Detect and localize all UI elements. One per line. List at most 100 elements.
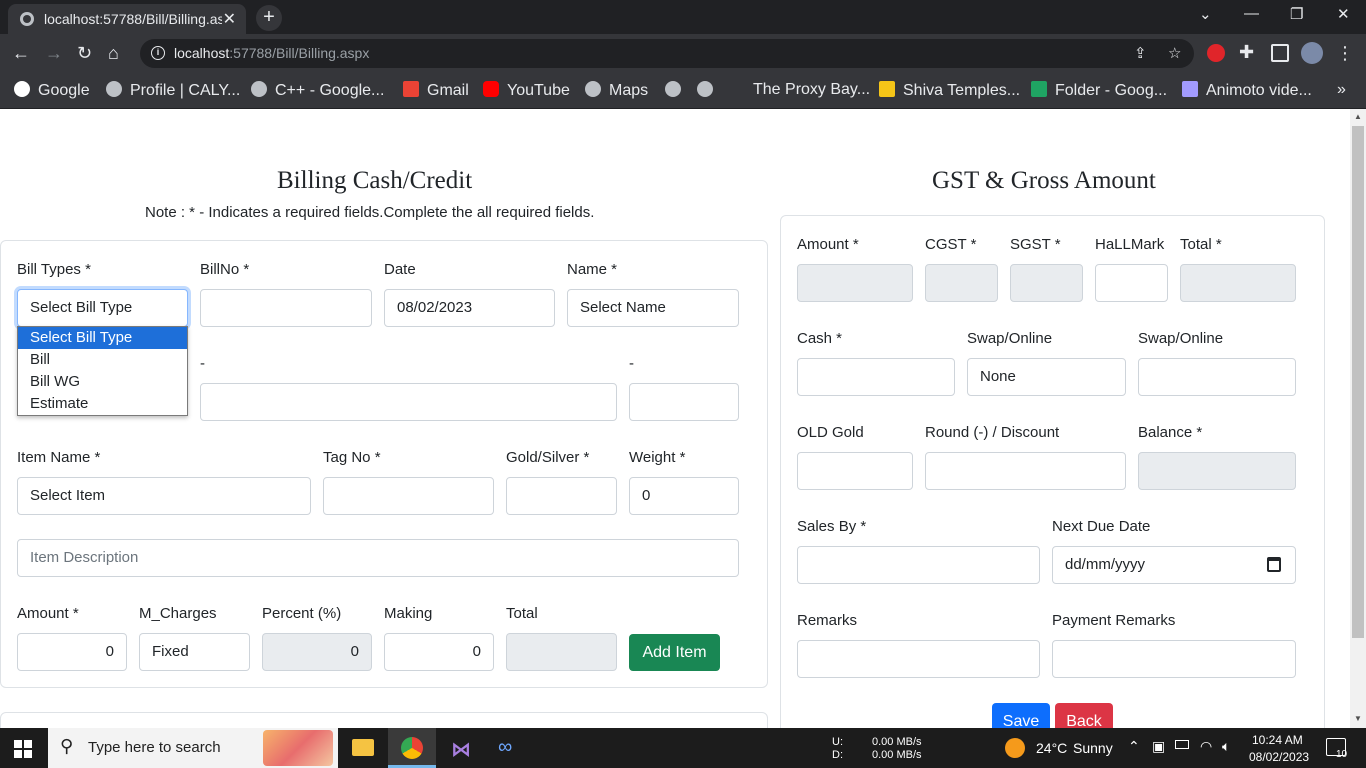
restore-icon[interactable]: ❐ xyxy=(1290,5,1303,23)
item-name-select[interactable]: Select Item xyxy=(17,477,311,515)
back-arrow-icon[interactable]: ← xyxy=(12,43,30,64)
cash-input[interactable] xyxy=(797,358,955,396)
remarks-input[interactable] xyxy=(797,640,1040,678)
option-select-bill-type[interactable]: Select Bill Type xyxy=(18,327,187,349)
new-tab-button[interactable]: + xyxy=(256,5,282,31)
bookmark-profile[interactable]: Profile | CALY... xyxy=(106,81,240,100)
sun-weather-icon[interactable] xyxy=(1005,738,1025,758)
option-bill-wg[interactable]: Bill WG xyxy=(18,371,187,393)
minimize-icon[interactable]: — xyxy=(1244,5,1259,22)
reload-icon[interactable]: ↻ xyxy=(77,43,92,64)
back-button[interactable]: Back xyxy=(1055,703,1113,728)
forward-arrow-icon[interactable]: → xyxy=(45,43,63,64)
chrome-icon xyxy=(401,737,423,759)
sgst-label: SGST * xyxy=(1010,236,1061,253)
tab-search-icon[interactable]: ⌄ xyxy=(1199,5,1212,23)
site-info-icon[interactable]: i xyxy=(151,46,165,60)
notification-count: 10 xyxy=(1336,749,1348,760)
amount-input[interactable]: 0 xyxy=(17,633,127,671)
page-scrollbar[interactable]: ▲ ▼ xyxy=(1350,109,1366,728)
date-input[interactable]: 08/02/2023 xyxy=(384,289,555,327)
percent-input: 0 xyxy=(262,633,372,671)
hallmark-input[interactable] xyxy=(1095,264,1168,302)
bill-types-select[interactable]: Select Bill Type xyxy=(17,289,188,327)
save-button[interactable]: Save xyxy=(992,703,1050,728)
bookmark-proxy-bay[interactable]: The Proxy Bay... xyxy=(753,81,870,99)
extensions-puzzle-icon[interactable]: ✚ xyxy=(1239,42,1254,63)
bill-types-label: Bill Types * xyxy=(17,261,91,278)
meet-now-icon[interactable]: ▣ xyxy=(1152,738,1165,755)
bookmark-maps[interactable]: Maps xyxy=(585,81,648,100)
bill-no-input[interactable] xyxy=(200,289,372,327)
gold-silver-input[interactable] xyxy=(506,477,617,515)
close-window-icon[interactable]: ✕ xyxy=(1337,5,1350,23)
bookmark-gmail[interactable]: Gmail xyxy=(403,81,469,100)
option-estimate[interactable]: Estimate xyxy=(18,393,187,415)
bookmark-star-icon[interactable]: ☆ xyxy=(1168,44,1181,62)
making-input[interactable]: 0 xyxy=(384,633,494,671)
weight-input[interactable]: 0 xyxy=(629,477,739,515)
remarks-label: Remarks xyxy=(797,612,858,629)
battery-icon[interactable] xyxy=(1175,740,1189,749)
bookmark-unnamed-2[interactable] xyxy=(697,81,721,100)
speaker-icon[interactable]: 🔈︎ xyxy=(1222,738,1230,755)
item-description-input[interactable]: Item Description xyxy=(17,539,739,577)
gst-amount-label: Amount * xyxy=(797,236,859,253)
weather-desc[interactable]: Sunny xyxy=(1073,740,1113,756)
taskbar-file-explorer[interactable] xyxy=(339,728,387,768)
required-note: Note : * - Indicates a required fields.C… xyxy=(145,204,595,221)
more-bookmarks-icon[interactable]: » xyxy=(1337,81,1346,99)
m-charges-select[interactable]: Fixed xyxy=(139,633,250,671)
taskbar-search-box[interactable]: ⚲ Type here to search xyxy=(48,728,338,768)
bookmark-google[interactable]: Google xyxy=(14,81,90,100)
scrollbar-thumb[interactable] xyxy=(1352,126,1364,638)
browser-tab[interactable]: localhost:57788/Bill/Billing.aspx ✕ xyxy=(8,4,246,34)
bookmark-cpp[interactable]: C++ - Google... xyxy=(251,81,384,100)
row2-input-a[interactable] xyxy=(200,383,617,421)
close-tab-icon[interactable]: ✕ xyxy=(223,9,236,29)
tag-no-input[interactable] xyxy=(323,477,494,515)
cash-label: Cash * xyxy=(797,330,843,347)
side-panel-icon[interactable] xyxy=(1271,44,1289,62)
round-discount-label: Round (-) / Discount xyxy=(925,424,1060,441)
globe-icon xyxy=(665,81,681,97)
payment-remarks-label: Payment Remarks xyxy=(1052,612,1176,629)
wifi-icon[interactable]: ◠ xyxy=(1200,738,1212,755)
net-up-value: 0.00 MB/s xyxy=(872,736,922,748)
bookmark-shiva-temples[interactable]: Shiva Temples... xyxy=(879,81,1020,100)
option-bill[interactable]: Bill xyxy=(18,349,187,371)
taskbar-visual-studio[interactable]: ⋈ xyxy=(437,728,485,768)
swap-online-select[interactable]: None xyxy=(967,358,1126,396)
scroll-down-icon[interactable]: ▼ xyxy=(1354,714,1362,723)
sales-by-label: Sales By * xyxy=(797,518,867,535)
bookmark-animoto[interactable]: Animoto vide... xyxy=(1182,81,1312,100)
bookmark-drive-folder[interactable]: Folder - Goog... xyxy=(1031,81,1167,100)
home-icon[interactable]: ⌂ xyxy=(108,43,119,64)
name-select[interactable]: Select Name xyxy=(567,289,739,327)
url-text: localhost:57788/Bill/Billing.aspx xyxy=(174,45,370,61)
clock-time[interactable]: 10:24 AM xyxy=(1252,733,1303,747)
clock-date[interactable]: 08/02/2023 xyxy=(1249,750,1309,764)
address-bar[interactable]: i localhost:57788/Bill/Billing.aspx ⇪ ☆ xyxy=(140,39,1194,68)
next-due-date-input[interactable]: dd/mm/yyyy xyxy=(1052,546,1296,584)
weather-temp[interactable]: 24°C xyxy=(1036,740,1067,756)
taskbar-chrome[interactable] xyxy=(388,728,436,768)
swap-online-input[interactable] xyxy=(1138,358,1296,396)
sales-by-input[interactable] xyxy=(797,546,1040,584)
row2-input-b[interactable] xyxy=(629,383,739,421)
old-gold-input[interactable] xyxy=(797,452,913,490)
chevron-up-icon[interactable]: ⌃ xyxy=(1128,738,1140,755)
payment-remarks-input[interactable] xyxy=(1052,640,1296,678)
bookmark-unnamed-1[interactable] xyxy=(665,81,689,100)
round-discount-input[interactable] xyxy=(925,452,1126,490)
bookmark-youtube[interactable]: YouTube xyxy=(483,81,570,100)
menu-dots-icon[interactable]: ⋮ xyxy=(1336,43,1354,64)
share-icon[interactable]: ⇪ xyxy=(1134,44,1147,62)
add-item-button[interactable]: Add Item xyxy=(629,634,720,671)
profile-avatar[interactable] xyxy=(1301,42,1323,64)
scroll-up-icon[interactable]: ▲ xyxy=(1354,112,1362,121)
taskbar-app-infinity[interactable]: ∞ xyxy=(486,728,534,768)
windows-start-icon[interactable] xyxy=(14,740,32,758)
extension-red-icon[interactable] xyxy=(1207,44,1225,62)
calendar-icon[interactable] xyxy=(1267,557,1281,572)
